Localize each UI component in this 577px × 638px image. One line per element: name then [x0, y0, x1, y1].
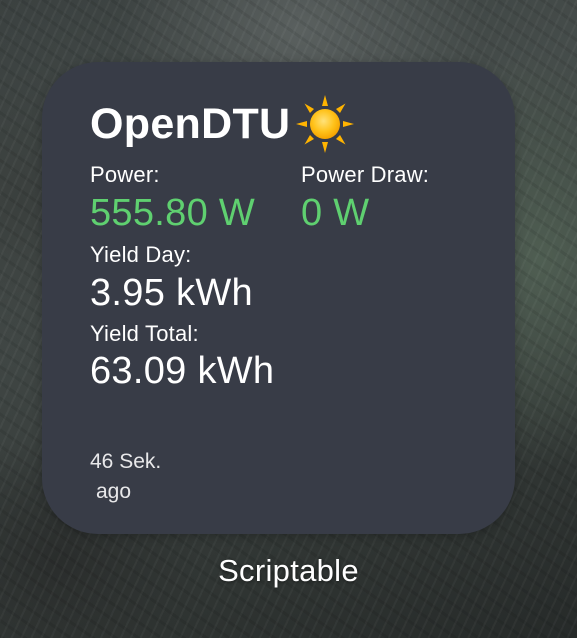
power-draw-value: 0 W: [301, 192, 370, 234]
yield-total-label: Yield Total:: [90, 321, 199, 346]
last-updated-time: 46 Sek.: [90, 450, 162, 473]
widget-app-label: Scriptable: [218, 553, 359, 588]
yield-total-value: 63.09 kWh: [90, 350, 275, 392]
yield-day-label: Yield Day:: [90, 242, 192, 267]
opendtu-widget[interactable]: OpenDTU Power: 555.80 W Power Draw: 0 W …: [42, 62, 515, 534]
power-label: Power:: [90, 162, 160, 187]
yield-day-value: 3.95 kWh: [90, 272, 253, 314]
last-updated-suffix: ago: [96, 480, 132, 503]
power-draw-label: Power Draw:: [301, 162, 430, 187]
widget-title: OpenDTU: [90, 99, 291, 148]
last-updated: 46 Sek. ago: [90, 447, 161, 507]
power-value: 555.80 W: [90, 192, 256, 234]
widget-header: OpenDTU: [90, 94, 356, 154]
sun-icon: [294, 93, 356, 155]
